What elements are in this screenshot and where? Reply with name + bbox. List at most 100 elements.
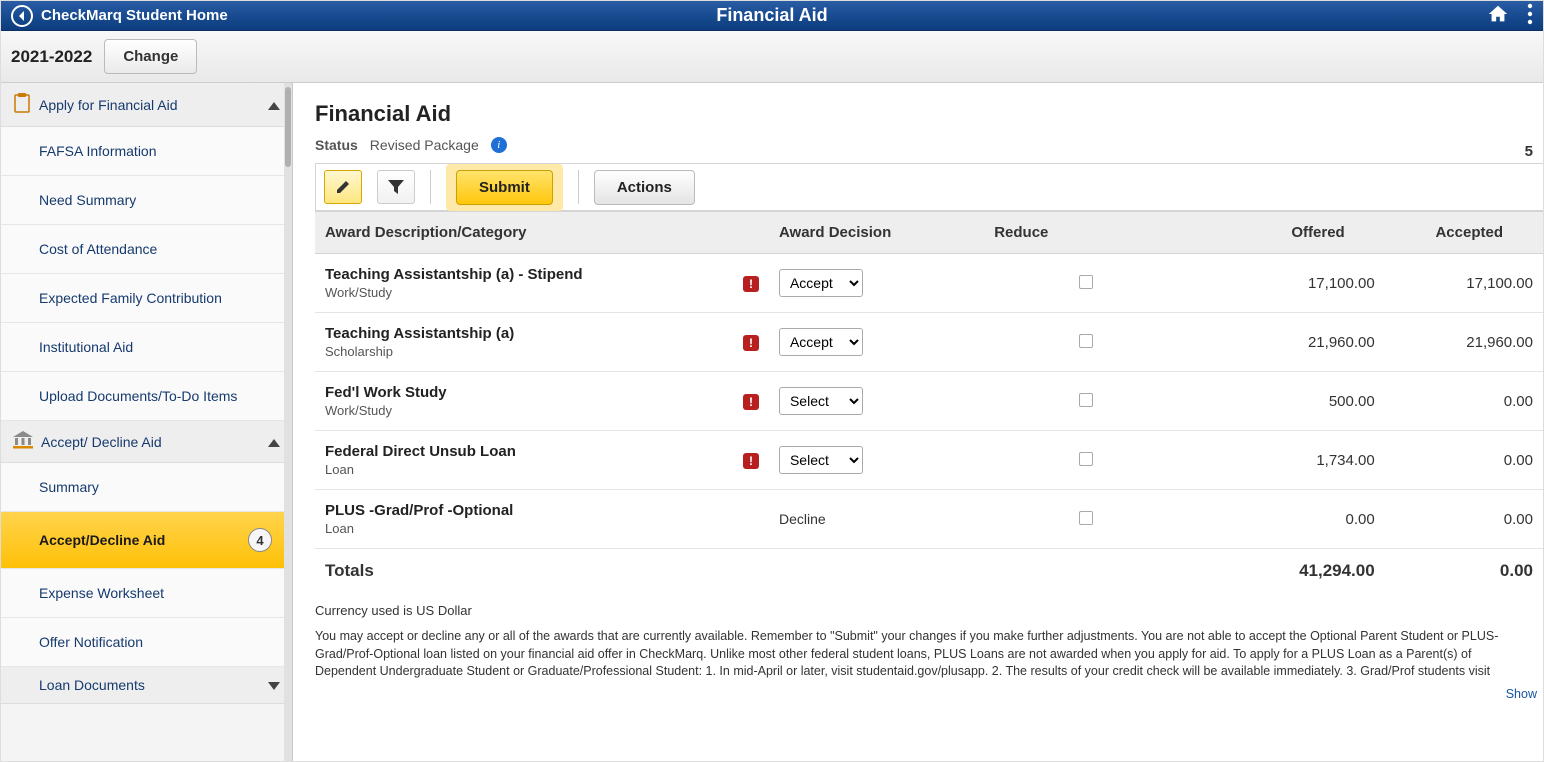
award-category: Loan (325, 521, 723, 536)
toolbar-divider (578, 170, 579, 204)
col-accepted[interactable]: Accepted (1385, 212, 1543, 254)
sidebar-item-fafsa[interactable]: FAFSA Information (1, 127, 292, 176)
totals-label: Totals (315, 549, 769, 594)
award-title: Federal Direct Unsub Loan (325, 443, 723, 460)
award-decision-text: Decline (779, 511, 826, 527)
accepted-amount: 0.00 (1385, 372, 1543, 431)
award-title: Fed'l Work Study (325, 384, 723, 401)
sidebar-item-expense-worksheet[interactable]: Expense Worksheet (1, 569, 292, 618)
reduce-checkbox[interactable] (1079, 511, 1093, 525)
sidebar-group-accept-decline[interactable]: Accept/ Decline Aid (1, 421, 292, 463)
totals-accepted: 0.00 (1385, 549, 1543, 594)
submit-button[interactable]: Submit (456, 170, 553, 205)
sidebar-group-loan-documents[interactable]: Loan Documents (1, 667, 292, 704)
alert-icon[interactable]: ! (743, 394, 759, 410)
sidebar: Apply for Financial Aid FAFSA Informatio… (1, 83, 293, 761)
award-category: Scholarship (325, 344, 723, 359)
back-button[interactable] (11, 5, 33, 27)
row-count: 5 (1525, 143, 1533, 160)
pencil-icon (335, 179, 351, 195)
chevron-up-icon (268, 434, 280, 450)
filter-icon (388, 180, 404, 194)
toolbar-divider (430, 170, 431, 204)
col-award-description[interactable]: Award Description/Category (315, 212, 769, 254)
sidebar-item-label: Accept/Decline Aid (39, 532, 165, 548)
sidebar-scrollbar-thumb[interactable] (285, 87, 291, 167)
clipboard-icon (13, 93, 31, 116)
show-more-link[interactable]: Show (1506, 687, 1537, 701)
table-row: Teaching Assistantship (a) - Stipend Work… (315, 254, 1543, 313)
sidebar-item-summary[interactable]: Summary (1, 463, 292, 512)
award-decision-select[interactable]: Accept (779, 328, 863, 356)
accepted-amount: 21,960.00 (1385, 313, 1543, 372)
status-value: Revised Package (370, 137, 479, 153)
award-category: Work/Study (325, 403, 723, 418)
submit-highlight: Submit (446, 164, 563, 211)
award-category: Work/Study (325, 285, 723, 300)
offered-amount: 21,960.00 (1189, 313, 1385, 372)
table-row: Fed'l Work Study Work/Study! Select 500.000… (315, 372, 1543, 431)
col-reduce[interactable]: Reduce (984, 212, 1188, 254)
sidebar-item-institutional-aid[interactable]: Institutional Aid (1, 323, 292, 372)
sidebar-item-cost-of-attendance[interactable]: Cost of Attendance (1, 225, 292, 274)
alert-icon[interactable]: ! (743, 453, 759, 469)
sidebar-item-offer-notification[interactable]: Offer Notification (1, 618, 292, 667)
col-offered[interactable]: Offered (1189, 212, 1385, 254)
sidebar-item-efc[interactable]: Expected Family Contribution (1, 274, 292, 323)
award-title: Teaching Assistantship (a) - Stipend (325, 266, 723, 283)
offered-amount: 0.00 (1189, 490, 1385, 549)
content-heading: Financial Aid (315, 101, 1543, 127)
menu-kebab-icon[interactable] (1527, 3, 1533, 28)
currency-note: Currency used is US Dollar (315, 603, 1543, 618)
offered-amount: 17,100.00 (1189, 254, 1385, 313)
aid-year: 2021-2022 (11, 47, 92, 67)
award-decision-select[interactable]: Accept (779, 269, 863, 297)
reduce-checkbox[interactable] (1079, 452, 1093, 466)
chevron-down-icon (268, 677, 280, 693)
sidebar-group-label: Apply for Financial Aid (39, 97, 178, 113)
filter-button[interactable] (377, 170, 415, 204)
sidebar-item-accept-decline-aid[interactable]: Accept/Decline Aid 4 (1, 512, 292, 569)
sidebar-item-need-summary[interactable]: Need Summary (1, 176, 292, 225)
status-label: Status (315, 137, 358, 153)
award-category: Loan (325, 462, 723, 477)
award-title: PLUS -Grad/Prof -Optional (325, 502, 723, 519)
reduce-checkbox[interactable] (1079, 393, 1093, 407)
edit-button[interactable] (324, 170, 362, 204)
offered-amount: 1,734.00 (1189, 431, 1385, 490)
home-icon[interactable] (1487, 3, 1509, 28)
alert-icon[interactable]: ! (743, 276, 759, 292)
grid-toolbar: Submit Actions (315, 163, 1543, 211)
breadcrumb[interactable]: CheckMarq Student Home (41, 7, 228, 24)
totals-offered: 41,294.00 (1189, 549, 1385, 594)
col-award-decision[interactable]: Award Decision (769, 212, 984, 254)
chevron-left-icon (17, 11, 27, 21)
awards-table: Award Description/Category Award Decisio… (315, 211, 1543, 593)
sidebar-scrollbar[interactable] (284, 83, 292, 761)
sidebar-group-apply[interactable]: Apply for Financial Aid (1, 83, 292, 127)
sidebar-item-badge: 4 (248, 528, 272, 552)
info-icon[interactable]: i (491, 137, 507, 153)
totals-row: Totals 41,294.000.00 (315, 549, 1543, 594)
accepted-amount: 0.00 (1385, 431, 1543, 490)
award-decision-select[interactable]: Select (779, 387, 863, 415)
alert-icon[interactable]: ! (743, 335, 759, 351)
sidebar-group-label: Loan Documents (39, 677, 145, 693)
chevron-up-icon (268, 97, 280, 113)
accepted-amount: 0.00 (1385, 490, 1543, 549)
award-title: Teaching Assistantship (a) (325, 325, 723, 342)
page-title: Financial Aid (716, 5, 827, 26)
accepted-amount: 17,100.00 (1385, 254, 1543, 313)
change-year-button[interactable]: Change (104, 39, 197, 74)
sidebar-item-upload-documents[interactable]: Upload Documents/To-Do Items (1, 372, 292, 421)
reduce-checkbox[interactable] (1079, 275, 1093, 289)
offered-amount: 500.00 (1189, 372, 1385, 431)
bank-icon (13, 431, 33, 452)
actions-button[interactable]: Actions (594, 170, 695, 205)
table-row: PLUS -Grad/Prof -Optional Loan Decline 0.00… (315, 490, 1543, 549)
main-content: Financial Aid Status Revised Package i 5… (293, 83, 1543, 761)
table-row: Teaching Assistantship (a) Scholarship! Ac… (315, 313, 1543, 372)
table-row: Federal Direct Unsub Loan Loan! Select 1,73… (315, 431, 1543, 490)
award-decision-select[interactable]: Select (779, 446, 863, 474)
reduce-checkbox[interactable] (1079, 334, 1093, 348)
